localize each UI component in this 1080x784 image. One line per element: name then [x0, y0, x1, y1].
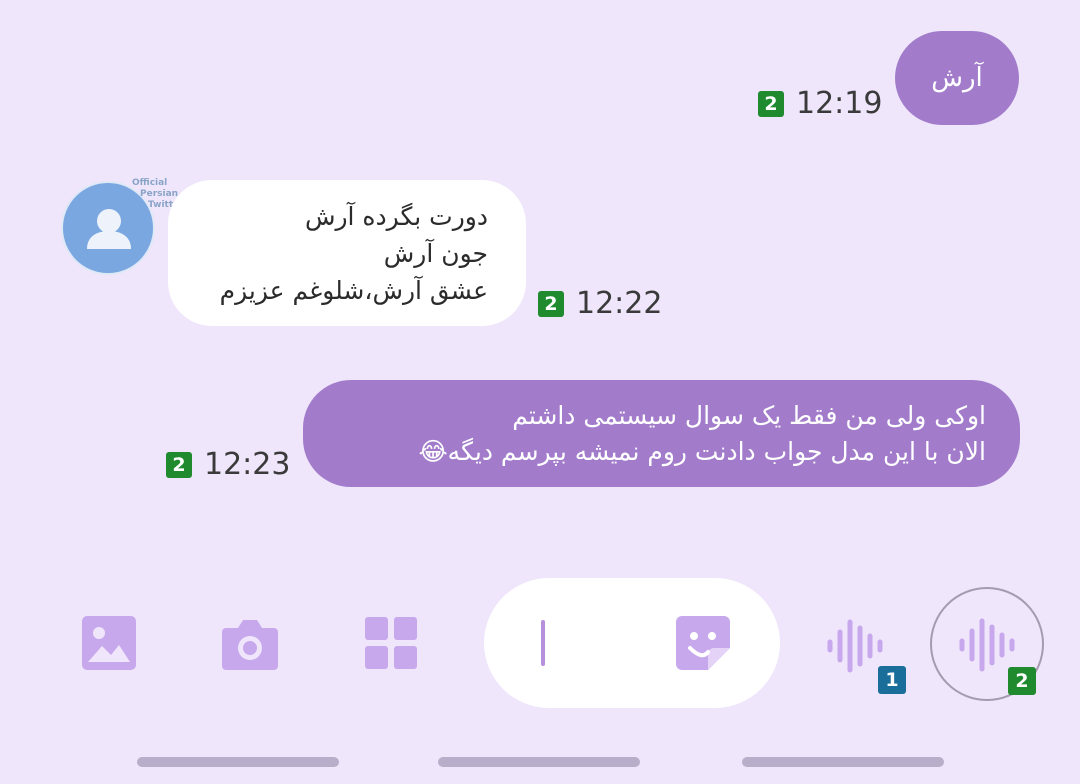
sticker-icon: [676, 616, 730, 670]
nav-indicator-left[interactable]: [137, 757, 339, 767]
message-line: عشق آرش،شلوغم عزیزم: [219, 276, 488, 305]
sticker-button[interactable]: [674, 614, 732, 672]
message-text: آرش: [931, 63, 983, 93]
camera-button[interactable]: [220, 616, 280, 672]
message-line: جون آرش: [383, 239, 488, 268]
sim-2-icon: 2: [166, 451, 192, 478]
text-cursor: [541, 620, 545, 666]
image-icon: [82, 616, 136, 670]
sim-2-icon: 2: [758, 90, 784, 117]
message-meta: 2 12:23: [166, 447, 290, 482]
message-line: اوکی ولی من فقط یک سوال سیستمی داشتم: [512, 401, 986, 430]
message-line: الان با این مدل جواب دادنت روم نمیشه بپر…: [418, 437, 986, 466]
message-time: 12:23: [204, 447, 291, 482]
message-bubble-outgoing[interactable]: آرش: [895, 31, 1019, 125]
sim-1-icon: 1: [878, 666, 906, 694]
camera-icon: [222, 620, 278, 670]
sim-2-icon: 2: [538, 290, 564, 317]
sim-2-icon: 2: [1008, 667, 1036, 695]
nav-indicator-center[interactable]: [438, 757, 640, 767]
message-line: دورت بگرده آرش: [304, 202, 488, 231]
message-bubble-incoming[interactable]: دورت بگرده آرش جون آرش عشق آرش،شلوغم عزی…: [168, 180, 526, 326]
gallery-button[interactable]: [80, 614, 138, 672]
message-time: 12:19: [796, 86, 883, 121]
message-time: 12:22: [576, 286, 663, 321]
message-bubble-outgoing[interactable]: اوکی ولی من فقط یک سوال سیستمی داشتم الا…: [303, 380, 1020, 487]
message-input[interactable]: [484, 578, 780, 708]
message-meta: 2 12:22: [538, 286, 662, 321]
grid-icon: [365, 617, 417, 669]
apps-button[interactable]: [364, 616, 418, 670]
voice-record-sim1-button[interactable]: 1: [822, 610, 906, 696]
nav-indicator-right[interactable]: [742, 757, 944, 767]
message-meta: 2 12:19: [758, 86, 882, 121]
